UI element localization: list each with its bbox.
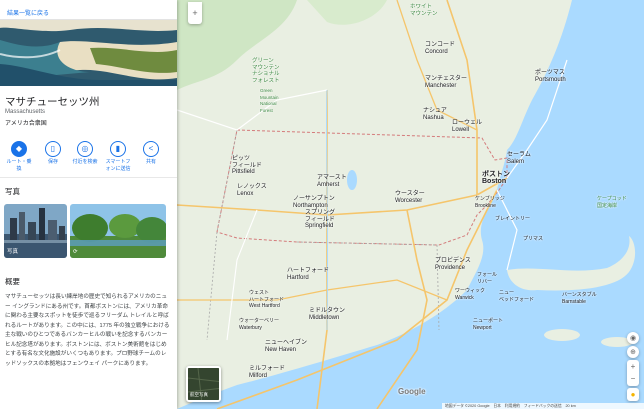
map-label-barnstable: バーンスタブル Barnstable (562, 292, 597, 305)
pegman-icon: ● (630, 390, 636, 399)
bookmark-icon: ▯ (45, 141, 61, 157)
place-panel: 結果一覧に戻る マサチューセッツ州 Massachusetts アメリカ合衆国 … (0, 0, 177, 409)
directions-button[interactable]: ◆ ルート・乗 換 (4, 138, 34, 172)
back-to-results-link[interactable]: 結果一覧に戻る (0, 0, 177, 20)
map-label-lowell: ローウェル Lowell (452, 120, 483, 133)
photos-heading: 写真 (5, 187, 20, 196)
map-label-warwick: ワーウィック Warwick (455, 288, 486, 301)
map-label-green-mountain-en: Green Mountain National Forest (260, 88, 279, 113)
place-title: マサチューセッツ州 (5, 96, 100, 108)
send-to-phone-label: スマートフ ォンに送信 (105, 159, 131, 172)
map-label-milford: ミルフォード Milford (249, 366, 286, 379)
map-label-plymouth: プリマス (523, 236, 544, 242)
map-graphics (177, 0, 644, 409)
google-logo: Google (398, 387, 426, 396)
park-photo (70, 204, 166, 258)
map-label-amherst: アマースト Amherst (317, 175, 347, 188)
map-label-boston: ボストン Boston (482, 171, 510, 185)
map-label-brookline: ケンブリッジ Brookline (475, 196, 505, 209)
compass-button[interactable]: ◉ (627, 332, 639, 344)
coastline-photo (0, 20, 177, 86)
save-label: 保存 (47, 159, 58, 165)
map-label-nashua: ナシュア Nashua (423, 108, 447, 121)
map-label-fall-river: フォール リバー (477, 272, 498, 285)
map-label-middletown: ミドルタウン Middletown (309, 308, 346, 321)
nearby-button[interactable]: ◎ 付近を検索 (70, 138, 100, 166)
map-label-west-hartford: ウェスト ハートフォード West Hartford (249, 290, 285, 309)
map-label-white-mountain: ホワイト マウンテン (410, 4, 438, 17)
photo-thumbnail-city[interactable]: 写真 (4, 204, 67, 258)
360-icon: ⟳ (73, 249, 78, 255)
photos-caption: 写真 (7, 249, 19, 255)
map-label-pittsfield: ピッツ フィールド Pittsfield (232, 156, 262, 175)
hero-photo[interactable] (0, 20, 177, 86)
send-to-phone-button[interactable]: ▮ スマートフ ォンに送信 (103, 138, 133, 172)
share-icon: < (143, 141, 159, 157)
directions-icon: ◆ (11, 141, 27, 157)
action-bar: ◆ ルート・乗 換 ▯ 保存 ◎ 付近を検索 ▮ スマートフ ォンに送信 < 共… (0, 138, 177, 178)
map-label-cape-cod: ケープコッド 国定海岸 (597, 196, 627, 209)
map-label-springfield: スプリング フィールド Springfield (305, 210, 336, 229)
overview-text: マサチューセッツは長い練岸地の歴史で知られるアメリカのニュー イングランドにある… (5, 294, 170, 367)
map-label-new-haven: ニューヘイブン New Haven (265, 340, 308, 353)
map-label-manchester: マンチェスター Manchester (425, 76, 468, 89)
map-label-northampton: ノーサンプトン Northampton (293, 196, 335, 209)
overview-heading: 概要 (5, 277, 20, 286)
map-label-braintree: ブレイントリー (495, 216, 531, 222)
map-label-hartford: ハートフォード Hartford (287, 268, 330, 281)
directions-label: ルート・乗 換 (6, 159, 32, 172)
map-footer: 地図データ ©2020 Google 日本 利用規約 フィードバックの送信 20… (442, 403, 644, 409)
map-label-portsmouth: ポーツマス Portsmouth (535, 70, 566, 83)
zoom-controls: + − (627, 360, 639, 386)
layers-toggle[interactable]: 航空写真 (186, 366, 221, 402)
place-subtitle: Massachusetts (5, 109, 46, 115)
nearby-icon: ◎ (77, 141, 93, 157)
my-location-icon: ⊕ (630, 349, 636, 356)
map-label-newport: ニューポート Newport (473, 318, 504, 331)
map-label-worcester: ウースター Worcester (395, 191, 425, 204)
share-label: 共有 (145, 159, 156, 165)
phone-icon: ▮ (110, 141, 126, 157)
zoom-out-button[interactable]: − (631, 373, 636, 385)
street-view-pegman[interactable]: ● (627, 388, 639, 401)
photo-thumbnail-360[interactable]: ⟳ (70, 204, 166, 258)
map-label-green-mountain-jp: グリーン マウンテン ナショナル フォレスト (252, 58, 280, 84)
map-label-providence: プロビデンス Providence (435, 258, 471, 271)
place-country: アメリカ合衆国 (5, 121, 47, 127)
compass-icon: ◉ (629, 335, 637, 342)
share-button[interactable]: < 共有 (136, 138, 166, 166)
zoom-in-button[interactable]: + (631, 361, 636, 373)
zoom-in-top-button[interactable]: + (188, 2, 202, 24)
nearby-label: 付近を検索 (72, 159, 98, 165)
map-label-new-bedford: ニュー ベッドフォード (499, 290, 535, 303)
my-location-button[interactable]: ⊕ (627, 346, 639, 358)
map-label-lenox: レノックス Lenox (237, 184, 267, 197)
map-label-concord: コンコード Concord (425, 42, 456, 55)
map-canvas[interactable]: グリーン マウンテン ナショナル フォレスト Green Mountain Na… (177, 0, 644, 409)
map-label-waterbury: ウォーターベリー Waterbury (239, 318, 280, 331)
map-label-salem: セーラム Salem (507, 152, 531, 165)
save-button[interactable]: ▯ 保存 (38, 138, 68, 166)
layers-label: 航空写真 (190, 392, 208, 397)
